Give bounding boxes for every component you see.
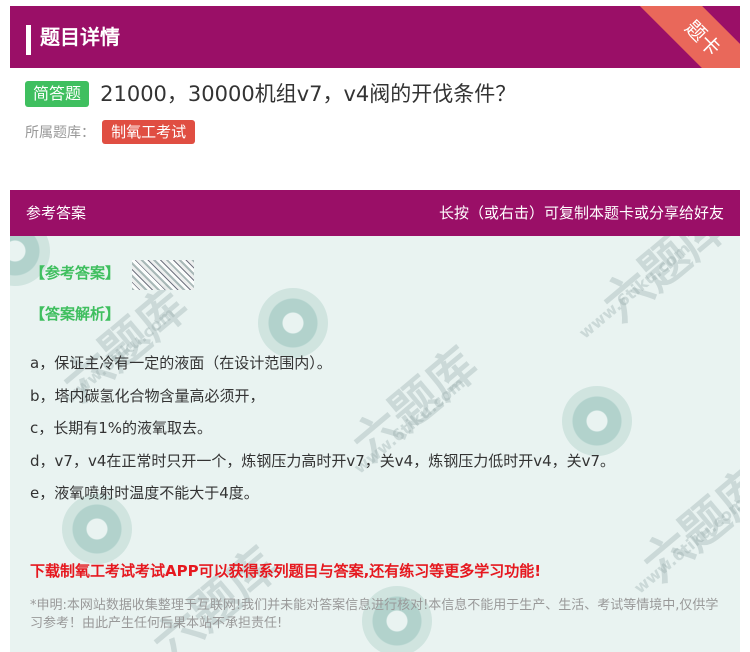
question-bank-line: 所属题库： 制氧工考试 bbox=[25, 120, 196, 146]
answer-line: a，保证主冷有一定的液面（在设计范围内）。 bbox=[30, 354, 332, 372]
answer-line: c，长期有1%的液氧取去。 bbox=[30, 419, 213, 437]
watermark-logo-icon bbox=[562, 386, 632, 456]
share-hint: 长按（或右击）可复制本题卡或分享给好友 bbox=[438, 204, 724, 222]
disclaimer: *申明:本网站数据收集整理于互联网!我们并未能对答案信息进行核对!本信息不能用于… bbox=[30, 598, 719, 631]
answer-body: 六题库 六题库 六题库 六题库 六题库 www.6tiku.com www.6t… bbox=[10, 236, 740, 652]
answer-line: b，塔内碳氢化合物含量高必须开， bbox=[30, 387, 265, 405]
bank-tag-link[interactable]: 制氧工考试 bbox=[102, 120, 196, 144]
page-header: 题目详情 题卡 bbox=[10, 6, 740, 68]
answer-line: e，液氧喷射时温度不能大于4度。 bbox=[30, 484, 259, 502]
card-ribbon: 题卡 bbox=[634, 6, 740, 68]
answer-image bbox=[132, 260, 194, 290]
app-download-promo-link[interactable]: 下载制氧工考试考试APP可以获得系列题目与答案,还有练习等更多学习功能! bbox=[30, 560, 541, 581]
watermark-logo-icon bbox=[62, 494, 132, 564]
question-line: 简答题 21000，30000机组v7，v4阀的开伐条件？ bbox=[25, 79, 516, 109]
header-accent-bar bbox=[26, 25, 31, 55]
page-title: 题目详情 bbox=[40, 25, 120, 49]
bank-label: 所属题库： bbox=[25, 125, 95, 141]
watermark-logo-icon bbox=[258, 288, 328, 358]
answer-header-title: 参考答案 bbox=[26, 204, 87, 222]
answer-header: 参考答案 长按（或右击）可复制本题卡或分享给好友 bbox=[10, 190, 740, 236]
question-text: 21000，30000机组v7，v4阀的开伐条件？ bbox=[100, 82, 517, 106]
answer-line: d，v7，v4在正常时只开一个，炼钢压力高时开v7，关v4，炼钢压力低时开v4，… bbox=[30, 452, 616, 470]
question-type-badge: 简答题 bbox=[25, 81, 90, 107]
reference-answer-label: 【参考答案】 bbox=[30, 264, 121, 282]
analysis-label: 【答案解析】 bbox=[30, 305, 121, 323]
watermark-text: 六题库 bbox=[142, 537, 289, 652]
